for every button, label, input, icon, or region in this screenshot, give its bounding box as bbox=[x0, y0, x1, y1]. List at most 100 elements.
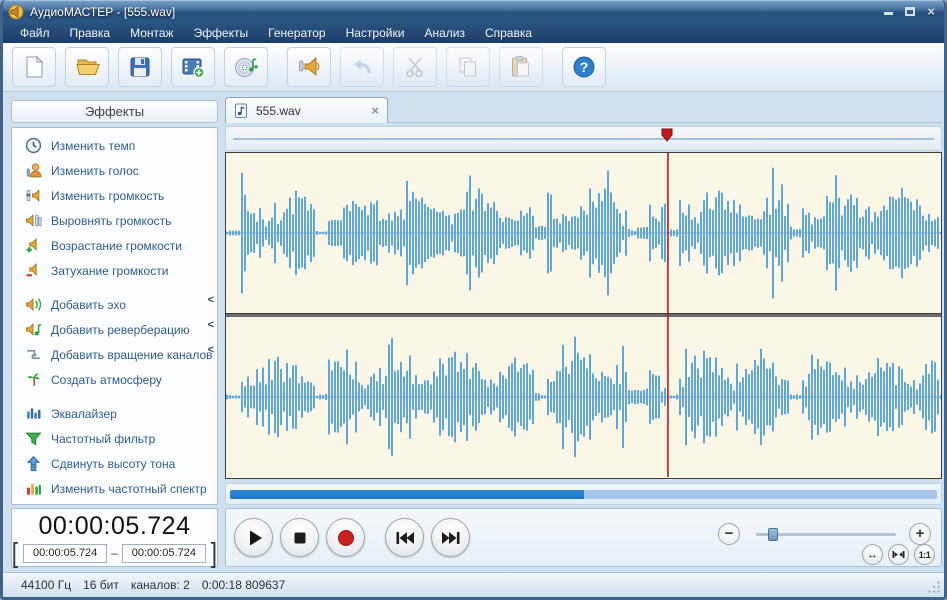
effect-label: Возрастание громкости bbox=[51, 239, 182, 253]
open-file-button[interactable] bbox=[65, 47, 109, 87]
play-icon bbox=[242, 526, 266, 550]
effect-item-change-tempo[interactable]: Изменить темп bbox=[12, 133, 217, 158]
maximize-button[interactable] bbox=[905, 5, 915, 19]
statusbar: 44100 Гц 16 бит каналов: 2 0:00:18 80963… bbox=[3, 572, 944, 597]
effect-label: Добавить эхо bbox=[51, 298, 126, 312]
chevron-left-icon[interactable]: < bbox=[208, 294, 214, 306]
effect-item-add-echo[interactable]: Добавить эхо < bbox=[12, 292, 217, 317]
minimize-icon bbox=[884, 12, 893, 15]
tab-close-icon[interactable]: × bbox=[371, 105, 379, 117]
tab-555-wav[interactable]: 555.wav × bbox=[225, 97, 388, 123]
copy-button[interactable] bbox=[446, 47, 490, 87]
atmosphere-palm-icon bbox=[25, 371, 42, 388]
waveform-scrollbar[interactable] bbox=[225, 483, 942, 505]
audio-file-icon bbox=[234, 103, 249, 119]
voice-person-icon bbox=[25, 162, 42, 179]
effect-item-fade-out[interactable]: Затухание громкости bbox=[12, 258, 217, 283]
undo-button[interactable] bbox=[340, 47, 384, 87]
scrollbar-track[interactable] bbox=[230, 490, 937, 499]
toolbar: ? bbox=[0, 43, 947, 92]
effect-label: Создать атмосферу bbox=[51, 373, 162, 387]
effect-item-add-reverb[interactable]: Добавить реверберацию < bbox=[12, 317, 217, 342]
menu-file[interactable]: Файл bbox=[10, 24, 60, 42]
waveform-area[interactable] bbox=[225, 152, 942, 479]
effect-label: Изменить громкость bbox=[51, 189, 164, 203]
stop-button[interactable] bbox=[280, 518, 319, 557]
playhead-marker-icon[interactable] bbox=[661, 128, 673, 142]
effect-item-fade-in[interactable]: Возрастание громкости bbox=[12, 233, 217, 258]
effect-item-change-volume[interactable]: Изменить громкость bbox=[12, 183, 217, 208]
resize-grip[interactable] bbox=[928, 581, 941, 594]
channel-rotation-icon bbox=[25, 346, 42, 363]
effect-item-equalizer[interactable]: Эквалайзер bbox=[12, 401, 217, 426]
volume-down-icon bbox=[25, 262, 42, 279]
effect-item-pitch-shift[interactable]: Сдвинуть высоту тона bbox=[12, 451, 217, 476]
grab-cd-audio-button[interactable] bbox=[224, 47, 268, 87]
volume-slider-icon bbox=[25, 187, 42, 204]
clock-icon bbox=[25, 137, 42, 154]
actual-size-label: 1:1 bbox=[919, 550, 931, 560]
selection-end-input[interactable] bbox=[122, 544, 206, 563]
effects-panel: Изменить темп Изменить голос Изменить гр… bbox=[11, 127, 218, 505]
paste-icon bbox=[508, 54, 534, 80]
skip-to-start-button[interactable] bbox=[385, 518, 424, 557]
effect-item-frequency-filter[interactable]: Частотный фильтр bbox=[12, 426, 217, 451]
effect-label: Затухание громкости bbox=[51, 264, 168, 278]
play-button[interactable] bbox=[234, 518, 273, 557]
titlebar: АудиоМАСТЕР - [555.wav] × bbox=[0, 0, 947, 23]
effect-label: Частотный фильтр bbox=[51, 432, 155, 446]
record-sound-button[interactable] bbox=[287, 47, 331, 87]
reverb-icon bbox=[25, 321, 42, 338]
zoom-in-button[interactable]: + bbox=[909, 523, 931, 545]
effects-panel-header[interactable]: Эффекты bbox=[11, 100, 218, 123]
range-separator: – bbox=[111, 546, 118, 560]
svg-text:?: ? bbox=[580, 59, 589, 75]
selection-start-input[interactable] bbox=[23, 544, 107, 563]
menu-montage[interactable]: Монтаж bbox=[120, 24, 184, 42]
cut-button[interactable] bbox=[393, 47, 437, 87]
paste-button[interactable] bbox=[499, 47, 543, 87]
help-button[interactable]: ? bbox=[562, 47, 606, 87]
actual-size-button[interactable]: 1:1 bbox=[914, 544, 935, 565]
chevron-left-icon[interactable]: < bbox=[208, 319, 214, 331]
effect-label: Изменить частотный спектр bbox=[51, 482, 207, 496]
menu-analysis[interactable]: Анализ bbox=[414, 24, 475, 42]
scrollbar-thumb[interactable] bbox=[230, 490, 584, 499]
menu-edit[interactable]: Правка bbox=[60, 24, 121, 42]
menu-settings[interactable]: Настройки bbox=[336, 24, 415, 42]
record-icon bbox=[334, 526, 358, 550]
save-file-button[interactable] bbox=[118, 47, 162, 87]
effect-item-change-voice[interactable]: Изменить голос bbox=[12, 158, 217, 183]
minimize-button[interactable] bbox=[884, 5, 893, 19]
record-button[interactable] bbox=[326, 518, 365, 557]
menu-generator[interactable]: Генератор bbox=[258, 24, 335, 42]
effect-item-add-channel-rotation[interactable]: Добавить вращение каналов < bbox=[12, 342, 217, 367]
window-title: АудиоМАСТЕР - [555.wav] bbox=[30, 5, 884, 19]
status-duration: 0:00:18 809637 bbox=[202, 578, 285, 592]
filter-funnel-icon bbox=[25, 430, 42, 447]
zoom-to-selection-button[interactable] bbox=[888, 544, 909, 565]
extract-audio-from-video-button[interactable] bbox=[171, 47, 215, 87]
seek-strip[interactable] bbox=[225, 126, 942, 151]
effect-item-normalize-volume[interactable]: Выровнять громкость bbox=[12, 208, 217, 233]
effect-label: Изменить темп bbox=[51, 139, 135, 153]
menu-help[interactable]: Справка bbox=[475, 24, 542, 42]
effect-label: Эквалайзер bbox=[51, 407, 117, 421]
skip-to-end-button[interactable] bbox=[431, 518, 470, 557]
effect-item-create-atmosphere[interactable]: Создать атмосферу bbox=[12, 367, 217, 392]
effect-item-change-spectrum[interactable]: Изменить частотный спектр bbox=[12, 476, 217, 501]
bracket-right: ] bbox=[211, 542, 217, 564]
close-button[interactable]: × bbox=[927, 5, 935, 19]
zoom-slider-track[interactable] bbox=[756, 533, 896, 536]
cd-audio-icon bbox=[233, 54, 259, 80]
save-floppy-icon bbox=[127, 54, 153, 80]
copy-icon bbox=[455, 54, 481, 80]
help-icon: ? bbox=[571, 54, 597, 80]
fit-to-window-button[interactable]: ↔ bbox=[862, 544, 883, 565]
zoom-slider-thumb[interactable] bbox=[768, 528, 778, 541]
tab-label: 555.wav bbox=[256, 104, 364, 118]
menu-effects[interactable]: Эффекты bbox=[184, 24, 259, 42]
chevron-left-icon[interactable]: < bbox=[208, 344, 214, 356]
zoom-out-button[interactable]: − bbox=[718, 523, 740, 545]
new-file-button[interactable] bbox=[12, 47, 56, 87]
